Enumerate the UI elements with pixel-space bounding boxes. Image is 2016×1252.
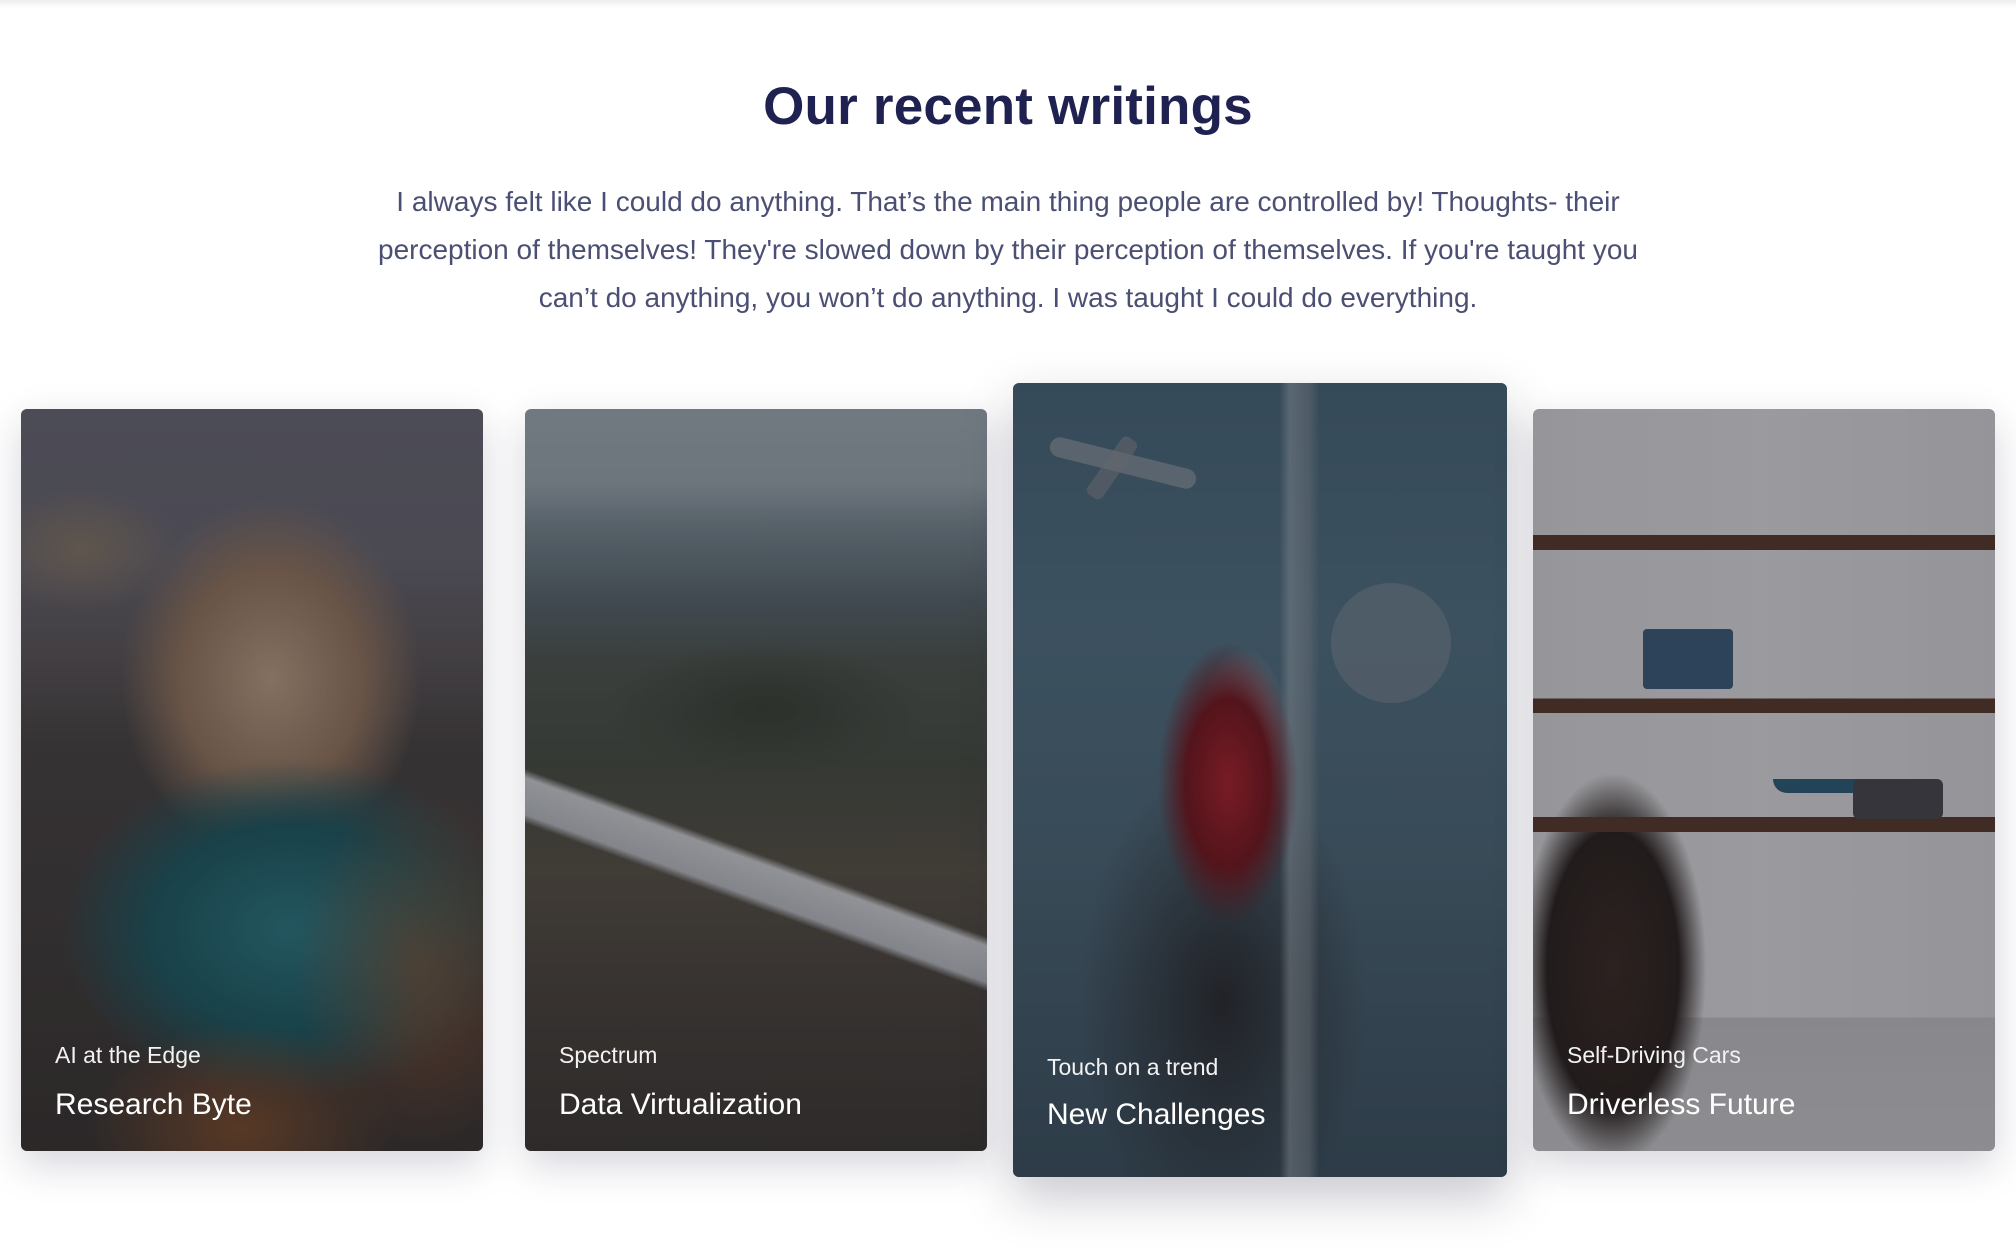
card-category: Spectrum: [559, 1042, 658, 1068]
card-category: Self-Driving Cars: [1567, 1042, 1741, 1068]
card-title: New Challenges: [1047, 1098, 1266, 1131]
writings-card-list: AI at the Edge Research Byte Spectrum Da…: [0, 0, 2016, 1252]
card-category: Touch on a trend: [1047, 1054, 1219, 1080]
card-title: Data Virtualization: [559, 1088, 802, 1121]
card-title: Research Byte: [55, 1088, 252, 1121]
card-category: AI at the Edge: [55, 1042, 201, 1068]
card-dark-overlay: [1533, 409, 1995, 1151]
writing-card-new-challenges[interactable]: Touch on a trend New Challenges: [1013, 383, 1507, 1177]
writing-card-research-byte[interactable]: AI at the Edge Research Byte: [21, 409, 483, 1151]
card-dark-overlay: [525, 409, 987, 1151]
card-dark-overlay: [21, 409, 483, 1151]
card-title: Driverless Future: [1567, 1088, 1796, 1121]
writing-card-driverless-future[interactable]: Self-Driving Cars Driverless Future: [1533, 409, 1995, 1151]
writing-card-data-virtualization[interactable]: Spectrum Data Virtualization: [525, 409, 987, 1151]
